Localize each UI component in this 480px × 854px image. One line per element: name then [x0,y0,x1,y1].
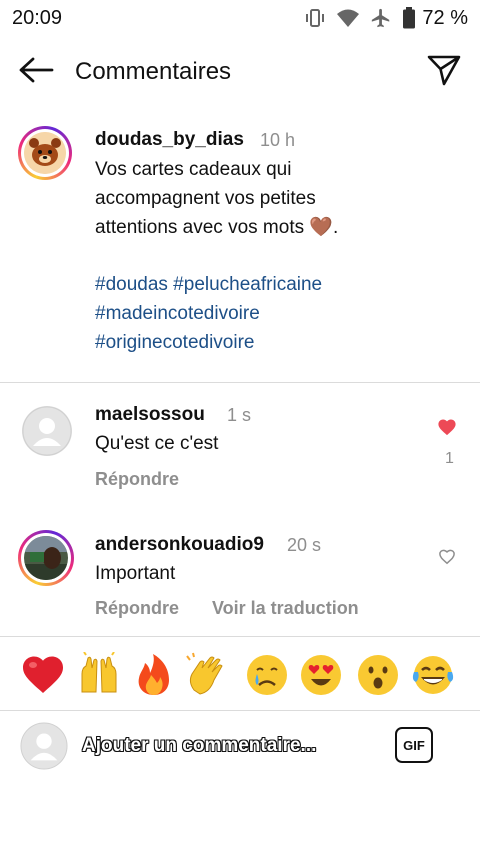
arrow-left-icon [18,56,54,89]
reply-button[interactable]: Répondre [95,598,179,619]
current-user-avatar [20,722,68,770]
bear-logo-icon [24,132,66,174]
user-silhouette-icon [22,406,72,460]
paper-plane-icon [427,54,461,91]
vibrate-icon [304,8,326,28]
heart-outline-icon[interactable] [438,548,456,570]
emoji-quick-bar [0,636,480,710]
fire-emoji-icon[interactable] [131,652,177,698]
caption-line: attentions avec vos mots 🤎. [95,217,339,238]
post-time: 10 h [260,130,296,150]
like-count: 1 [445,450,454,467]
crying-face-emoji-icon[interactable] [244,652,290,698]
surprised-face-emoji-icon[interactable] [355,652,401,698]
post-username[interactable]: doudas_by_dias [95,129,244,151]
header: Commentaires [0,44,480,100]
comment-input[interactable]: Ajouter un commentaire... [82,735,316,757]
hashtag-line[interactable]: #madeincotedivoire [95,303,260,325]
caption-line: Vos cartes cadeaux qui [95,159,292,180]
see-translation-button[interactable]: Voir la traduction [212,598,359,619]
back-button[interactable] [16,56,56,88]
gif-label: GIF [403,737,425,753]
post-author-avatar[interactable] [18,126,72,180]
heart-eyes-emoji-icon[interactable] [298,652,344,698]
post-caption: Vos cartes cadeaux qui accompagnent vos … [95,155,455,242]
comment-text: Important [95,563,176,584]
hashtag-line[interactable]: #doudas #pelucheafricaine [95,274,322,296]
tears-of-joy-emoji-icon[interactable] [410,652,456,698]
airplane-icon [370,7,392,29]
comment-text: Qu'est ce c'est [95,433,219,454]
heart-filled-icon[interactable] [437,418,457,441]
wifi-icon [336,8,360,28]
raising-hands-emoji-icon[interactable] [76,651,122,698]
caption-line: accompagnent vos petites [95,188,316,209]
comment-username[interactable]: maelsossou [95,404,205,426]
red-heart-emoji-icon[interactable] [20,652,66,698]
comment-time: 20 s [287,535,322,555]
commenter-avatar[interactable] [18,530,74,586]
profile-photo [24,536,68,580]
share-button[interactable] [424,54,464,90]
gif-button[interactable]: GIF [395,727,433,763]
page-title: Commentaires [75,58,232,85]
battery-icon [402,7,416,29]
status-time: 20:09 [12,7,63,29]
default-avatar[interactable] [22,406,72,456]
caption-divider [0,382,480,383]
reply-button[interactable]: Répondre [95,469,179,490]
user-silhouette-icon [20,722,68,774]
status-icons: 72 % [304,6,468,30]
battery-level: 72 % [422,6,468,29]
comment-composer: Ajouter un commentaire... GIF [0,710,480,784]
status-bar: 20:09 72 % [0,0,480,36]
clapping-hands-emoji-icon[interactable] [184,652,230,698]
comment-username[interactable]: andersonkouadio9 [95,534,264,556]
comment-time: 1 s [227,405,252,425]
hashtag-line[interactable]: #originecotedivoire [95,332,255,354]
